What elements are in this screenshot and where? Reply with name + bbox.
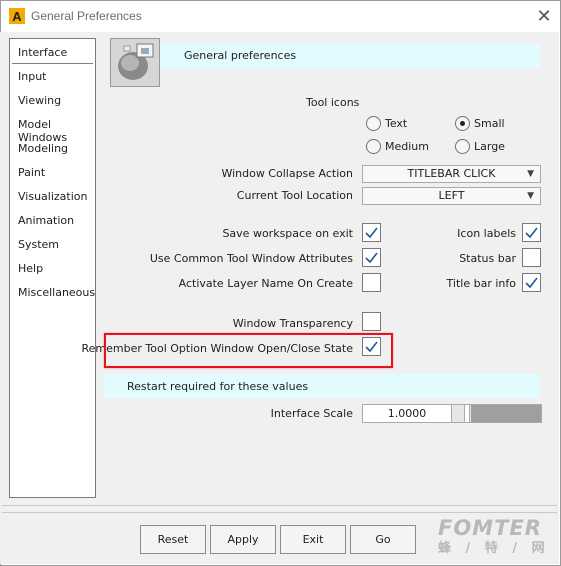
window-collapse-value: TITLEBAR CLICK — [407, 167, 496, 180]
restart-required-label: Restart required for these values — [127, 380, 309, 393]
sidebar-item-miscellaneous[interactable]: Miscellaneous — [18, 286, 95, 299]
radio-selected-dot — [460, 121, 465, 126]
preferences-header-icon — [110, 38, 160, 87]
window-collapse-label: Window Collapse Action — [221, 167, 353, 180]
radio-text[interactable] — [366, 116, 381, 131]
icon-labels-checkbox[interactable] — [522, 223, 541, 242]
slider-handle[interactable] — [464, 405, 470, 422]
sidebar-item-modeling[interactable]: Modeling — [18, 142, 68, 155]
icon-labels-label: Icon labels — [457, 227, 516, 240]
close-button[interactable]: ✕ — [531, 5, 557, 29]
interface-scale-slider[interactable] — [451, 404, 542, 423]
current-tool-location-label: Current Tool Location — [236, 189, 353, 202]
status-bar-checkbox[interactable] — [522, 248, 541, 267]
sidebar-item-help[interactable]: Help — [18, 262, 43, 275]
exit-button[interactable]: Exit — [280, 525, 346, 554]
current-tool-location-dropdown[interactable]: LEFT ▼ — [362, 187, 541, 205]
apply-button[interactable]: Apply — [210, 525, 276, 554]
go-button[interactable]: Go — [350, 525, 416, 554]
checkmark-icon — [365, 252, 378, 264]
sidebar-item-interface[interactable]: Interface — [18, 46, 67, 59]
page-title: General preferences — [184, 49, 297, 62]
reset-button[interactable]: Reset — [140, 525, 206, 554]
sidebar-item-animation[interactable]: Animation — [18, 214, 74, 227]
sidebar-item-visualization[interactable]: Visualization — [18, 190, 87, 203]
interface-scale-input[interactable]: 1.0000 — [362, 404, 452, 423]
radio-small-label: Small — [474, 117, 505, 130]
title-bar: A General Preferences ✕ — [1, 1, 560, 33]
window-transparency-label: Window Transparency — [232, 317, 353, 330]
common-tool-window-checkbox[interactable] — [362, 248, 381, 267]
current-tool-location-value: LEFT — [438, 189, 465, 202]
window-collapse-dropdown[interactable]: TITLEBAR CLICK ▼ — [362, 165, 541, 183]
title-bar-info-checkbox[interactable] — [522, 273, 541, 292]
activate-layer-name-checkbox[interactable] — [362, 273, 381, 292]
divider — [2, 512, 557, 513]
radio-small[interactable] — [455, 116, 470, 131]
sidebar-item-system[interactable]: System — [18, 238, 59, 251]
sidebar-item-input[interactable]: Input — [18, 70, 46, 83]
checkmark-icon — [365, 227, 378, 239]
close-icon: ✕ — [536, 6, 552, 27]
checkmark-icon — [525, 277, 538, 289]
checkmark-icon — [525, 227, 538, 239]
radio-large-label: Large — [474, 140, 505, 153]
tool-icons-label: Tool icons — [306, 96, 360, 109]
watermark-logo: FOMTER 蜂 / 特 / 网 — [438, 516, 550, 556]
category-sidebar: Interface Input Viewing Model Windows Mo… — [9, 38, 96, 498]
window-transparency-checkbox[interactable] — [362, 312, 381, 331]
svg-text:A: A — [12, 9, 22, 24]
common-tool-window-label: Use Common Tool Window Attributes — [149, 252, 353, 265]
restart-band: Restart required for these values — [104, 374, 540, 398]
interface-scale-label: Interface Scale — [270, 407, 353, 420]
sidebar-item-viewing[interactable]: Viewing — [18, 94, 61, 107]
chevron-down-icon: ▼ — [527, 191, 534, 201]
title-bar-info-label: Title bar info — [446, 277, 516, 290]
app-logo-icon: A — [9, 8, 25, 24]
radio-text-label: Text — [385, 117, 408, 130]
window-title: General Preferences — [31, 9, 142, 23]
radio-large[interactable] — [455, 139, 470, 154]
sidebar-item-paint[interactable]: Paint — [18, 166, 45, 179]
radio-medium[interactable] — [366, 139, 381, 154]
save-workspace-label: Save workspace on exit — [222, 227, 353, 240]
annotation-highlight-box — [104, 333, 393, 368]
radio-medium-label: Medium — [385, 140, 429, 153]
status-bar-label: Status bar — [459, 252, 516, 265]
slider-fill — [471, 405, 541, 422]
watermark-sub: 蜂 / 特 / 网 — [438, 541, 550, 556]
divider — [2, 505, 557, 506]
sidebar-item-model-windows[interactable]: Model Windows — [18, 118, 95, 144]
activate-layer-name-label: Activate Layer Name On Create — [178, 277, 353, 290]
header-band: General preferences — [160, 44, 540, 68]
chevron-down-icon: ▼ — [527, 169, 534, 179]
save-workspace-checkbox[interactable] — [362, 223, 381, 242]
